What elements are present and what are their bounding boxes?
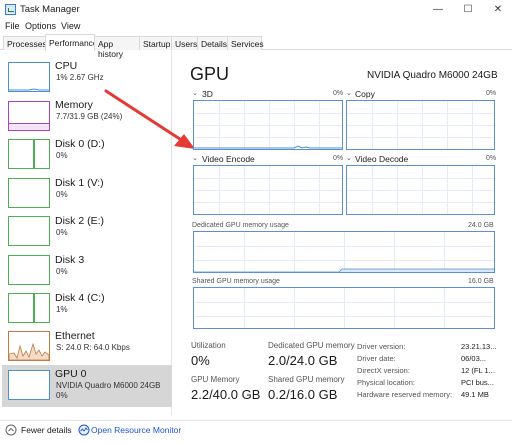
menu-options[interactable]: Options bbox=[25, 21, 56, 31]
gpu-memory-label: GPU Memory bbox=[191, 375, 240, 384]
resource-detail: 1% bbox=[56, 305, 68, 314]
engine-graph-video-encode bbox=[193, 165, 343, 215]
resource-detail: 0% bbox=[56, 228, 68, 237]
tab-services[interactable]: Services bbox=[227, 36, 264, 50]
window-title: Task Manager bbox=[20, 4, 80, 15]
prop-value-driver-version: 23.21.13... bbox=[461, 342, 497, 351]
ethernet-thumbnail-graph bbox=[8, 331, 50, 361]
disk-thumbnail-graph bbox=[8, 255, 50, 285]
prop-label-driver-version: Driver version: bbox=[357, 342, 406, 351]
resource-ethernet[interactable]: Ethernet S: 24.0 R: 64.0 Kbps bbox=[2, 327, 172, 365]
resource-detail: 0% bbox=[56, 151, 68, 160]
chevron-down-icon[interactable]: ⌄ bbox=[346, 154, 352, 162]
engine-pct-3d: 0% bbox=[333, 90, 344, 97]
resource-detail: 0% bbox=[56, 267, 68, 276]
prop-value-driver-date: 06/03... bbox=[461, 354, 487, 363]
prop-value-directx-version: 12 (FL 1... bbox=[461, 366, 495, 375]
utilization-value: 0% bbox=[191, 353, 210, 368]
gpu-memory-value: 2.2/40.0 GB bbox=[191, 387, 261, 402]
minimize-button[interactable]: — bbox=[424, 1, 452, 19]
resource-name: Ethernet bbox=[55, 330, 95, 342]
open-resource-monitor-link[interactable]: Open Resource Monitor bbox=[91, 425, 181, 435]
resource-name: Disk 3 bbox=[55, 254, 85, 266]
resource-name: Disk 4 (C:) bbox=[55, 292, 105, 304]
prop-value-hardware-reserved: 49.1 MB bbox=[461, 390, 489, 399]
footer-bar bbox=[0, 420, 512, 440]
fewer-details-link[interactable]: Fewer details bbox=[21, 425, 72, 435]
utilization-label: Utilization bbox=[191, 341, 226, 350]
resource-detail-usage: 0% bbox=[56, 391, 68, 400]
engine-graph-video-decode bbox=[346, 165, 495, 215]
page-title: GPU bbox=[190, 64, 230, 84]
close-button[interactable]: ✕ bbox=[484, 1, 512, 19]
cpu-thumbnail-graph bbox=[8, 62, 50, 92]
dedicated-gpu-memory-value: 2.0/24.0 GB bbox=[268, 353, 338, 368]
dedicated-memory-label: Dedicated GPU memory usage bbox=[192, 222, 289, 229]
tab-app-history[interactable]: App history bbox=[94, 36, 140, 59]
tab-details[interactable]: Details bbox=[197, 36, 228, 50]
task-manager-icon bbox=[5, 4, 16, 15]
resource-monitor-icon bbox=[78, 424, 90, 436]
shared-memory-max: 16.0 GB bbox=[468, 278, 494, 285]
shared-memory-label: Shared GPU memory usage bbox=[192, 278, 280, 285]
engine-pct-video-decode: 0% bbox=[486, 155, 497, 162]
prop-label-physical-location: Physical location: bbox=[357, 378, 415, 387]
dedicated-gpu-memory-label: Dedicated GPU memory bbox=[268, 341, 355, 350]
shared-gpu-memory-value: 0.2/16.0 GB bbox=[268, 387, 338, 402]
engine-graph-3d bbox=[193, 100, 343, 150]
annotation-arrow-icon bbox=[104, 89, 195, 149]
disk-thumbnail-graph bbox=[8, 178, 50, 208]
memory-thumbnail-graph bbox=[8, 101, 50, 131]
resource-name: Disk 0 (D:) bbox=[55, 138, 105, 150]
gpu-thumbnail-graph bbox=[8, 370, 50, 400]
resource-disk-3[interactable]: Disk 3 0% bbox=[2, 251, 172, 289]
resource-name: Memory bbox=[55, 99, 93, 111]
engine-label-video-encode[interactable]: Video Encode bbox=[202, 154, 255, 164]
menu-view[interactable]: View bbox=[61, 21, 80, 31]
resource-detail: S: 24.0 R: 64.0 Kbps bbox=[56, 343, 130, 352]
dedicated-memory-max: 24.0 GB bbox=[468, 222, 494, 229]
resource-name: CPU bbox=[55, 60, 78, 72]
chevron-down-icon[interactable]: ⌄ bbox=[346, 89, 352, 97]
menu-file[interactable]: File bbox=[5, 21, 20, 31]
tab-performance[interactable]: Performance bbox=[45, 34, 98, 51]
engine-pct-copy: 0% bbox=[486, 90, 497, 97]
chevron-up-circle-icon[interactable] bbox=[5, 424, 17, 436]
resource-detail: NVIDIA Quadro M6000 24GB bbox=[56, 381, 161, 390]
resource-detail: 0% bbox=[56, 190, 68, 199]
prop-label-directx-version: DirectX version: bbox=[357, 366, 410, 375]
engine-pct-video-encode: 0% bbox=[333, 155, 344, 162]
resource-disk-1[interactable]: Disk 1 (V:) 0% bbox=[2, 174, 172, 212]
dedicated-memory-graph bbox=[193, 231, 495, 273]
resource-disk-2[interactable]: Disk 2 (E:) 0% bbox=[2, 212, 172, 250]
tab-processes[interactable]: Processes bbox=[3, 36, 47, 50]
shared-memory-graph bbox=[193, 287, 495, 329]
maximize-button[interactable]: ☐ bbox=[454, 1, 482, 19]
engine-label-copy[interactable]: Copy bbox=[355, 89, 375, 99]
engine-label-video-decode[interactable]: Video Decode bbox=[355, 154, 408, 164]
disk-thumbnail-graph bbox=[8, 293, 50, 323]
engine-label-3d[interactable]: 3D bbox=[202, 89, 213, 99]
tab-users[interactable]: Users bbox=[171, 36, 198, 50]
resource-disk-4[interactable]: Disk 4 (C:) 1% bbox=[2, 289, 172, 327]
prop-label-driver-date: Driver date: bbox=[357, 354, 396, 363]
prop-label-hardware-reserved: Hardware reserved memory: bbox=[357, 390, 453, 399]
chevron-down-icon[interactable]: ⌄ bbox=[192, 154, 198, 162]
chevron-down-icon[interactable]: ⌄ bbox=[192, 89, 198, 97]
tab-startup[interactable]: Startup bbox=[139, 36, 172, 50]
resource-detail: 1% 2.67 GHz bbox=[56, 73, 104, 82]
disk-thumbnail-graph bbox=[8, 139, 50, 169]
resource-name: GPU 0 bbox=[55, 368, 87, 380]
prop-value-physical-location: PCI bus... bbox=[461, 378, 494, 387]
resource-name: Disk 1 (V:) bbox=[55, 177, 104, 189]
disk-thumbnail-graph bbox=[8, 216, 50, 246]
shared-gpu-memory-label: Shared GPU memory bbox=[268, 375, 345, 384]
resource-name: Disk 2 (E:) bbox=[55, 215, 105, 227]
engine-graph-copy bbox=[346, 100, 495, 150]
gpu-model-name: NVIDIA Quadro M6000 24GB bbox=[367, 70, 498, 81]
resource-gpu-0[interactable]: GPU 0 NVIDIA Quadro M6000 24GB 0% bbox=[2, 365, 172, 407]
